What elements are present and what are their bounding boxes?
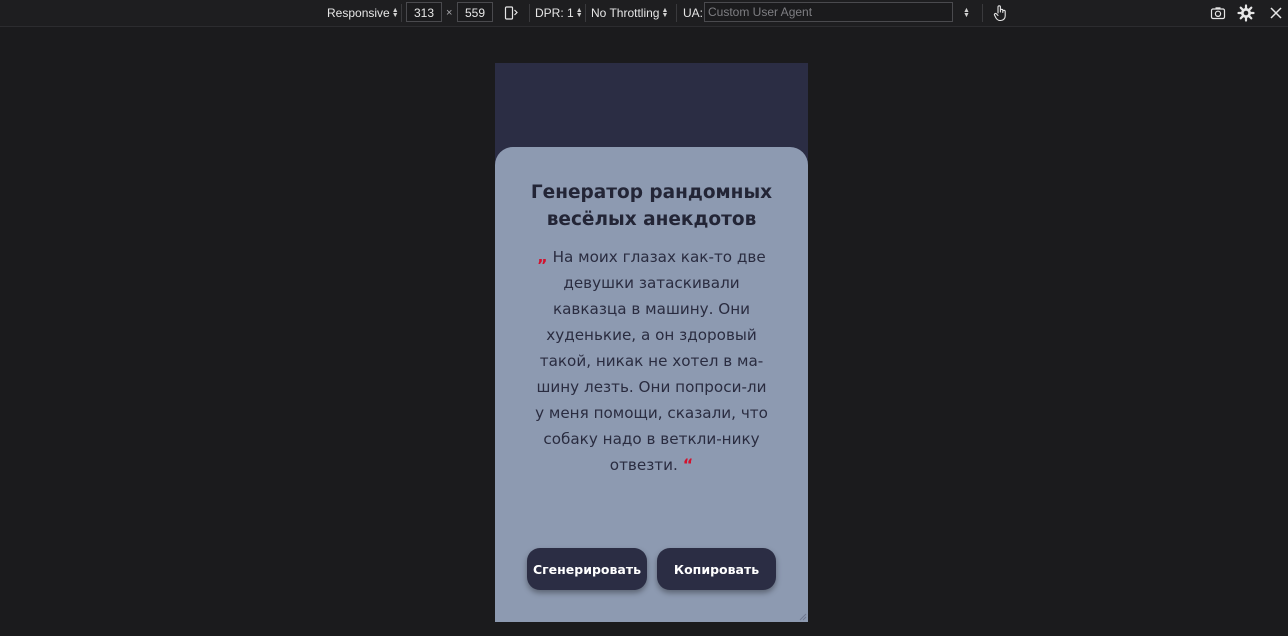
rotate-icon[interactable] [501, 3, 521, 23]
toolbar-divider [676, 4, 677, 22]
copy-button[interactable]: Копировать [657, 548, 776, 590]
close-quote-icon: “ [682, 455, 694, 474]
close-icon[interactable] [1266, 3, 1286, 23]
updown-arrows-icon: ▲ ▼ [575, 7, 583, 19]
toolbar-divider [585, 4, 586, 22]
page-title: Генератор рандомных весёлых анекдотов [530, 182, 773, 230]
joke-card: Генератор рандомных весёлых анекдотов „ … [495, 147, 808, 622]
dimension-separator: × [446, 7, 453, 19]
settings-icon[interactable] [1236, 3, 1256, 23]
updown-arrows-icon: ▲ ▼ [391, 7, 399, 19]
ua-label: UA: [683, 6, 704, 20]
device-mode-label: Responsive [327, 6, 390, 20]
ua-select[interactable]: ▲ ▼ [961, 0, 970, 26]
joke-text-block: „ На моих глазах как-то две девушки зата… [531, 244, 772, 478]
open-quote-icon: „ [537, 247, 548, 266]
screenshot-icon[interactable] [1208, 3, 1228, 23]
joke-text: На моих глазах как-то две девушки затаск… [535, 248, 768, 474]
responsive-toolbar: Responsive ▲ ▼ 313 × 559 DPR: 1 ▲ ▼ No Thr… [0, 0, 1288, 27]
user-agent-input[interactable] [704, 2, 953, 22]
toolbar-divider [529, 4, 530, 22]
generate-button[interactable]: Сгенерировать [527, 548, 647, 590]
device-viewport: Генератор рандомных весёлых анекдотов „ … [495, 63, 808, 622]
toolbar-divider [982, 4, 983, 22]
viewport-width-input[interactable]: 313 [406, 2, 442, 22]
updown-arrows-icon: ▲ ▼ [963, 7, 970, 19]
dpr-label: DPR: 1 [535, 6, 574, 20]
toolbar-divider [401, 4, 402, 22]
updown-arrows-icon: ▲ ▼ [661, 7, 669, 19]
device-mode-select[interactable]: Responsive ▲ ▼ [327, 0, 399, 26]
throttling-select[interactable]: No Throttling ▲ ▼ [591, 0, 669, 26]
throttling-label: No Throttling [591, 6, 660, 20]
touch-icon[interactable] [990, 3, 1010, 23]
resize-handle-icon[interactable] [799, 613, 807, 621]
viewport-height-input[interactable]: 559 [457, 2, 493, 22]
dpr-select[interactable]: DPR: 1 ▲ ▼ [535, 0, 583, 26]
